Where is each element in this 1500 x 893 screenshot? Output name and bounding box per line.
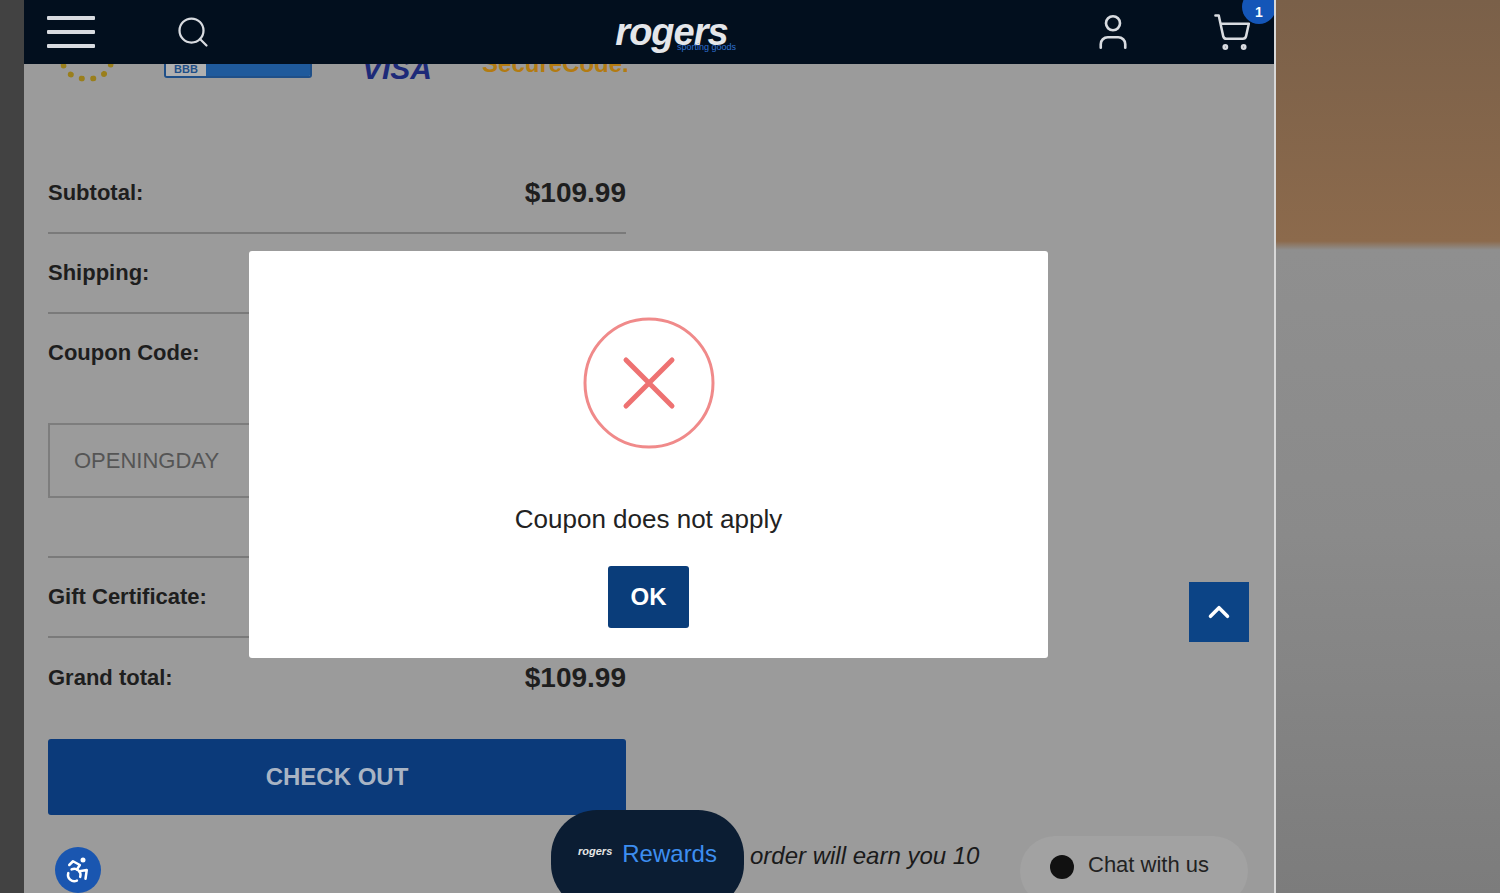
cart-page: rogerssporting goods1BBBVISASecureCode.S… bbox=[24, 0, 1274, 893]
cart-icon[interactable]: 1 bbox=[1212, 12, 1252, 52]
search-icon[interactable] bbox=[175, 14, 211, 50]
logo-tagline: sporting goods bbox=[677, 43, 736, 52]
row-label: Shipping: bbox=[48, 258, 149, 288]
chat-button[interactable]: Chat with us bbox=[1020, 836, 1248, 893]
row-label: Grand total: bbox=[48, 663, 173, 693]
ad-image bbox=[1274, 0, 1500, 893]
site-header: rogerssporting goods 1 bbox=[24, 0, 1274, 64]
summary-row: Subtotal: $109.99 bbox=[48, 154, 626, 234]
user-icon[interactable] bbox=[1092, 11, 1134, 53]
menu-icon[interactable] bbox=[47, 16, 95, 48]
scroll-top-button[interactable] bbox=[1189, 582, 1249, 642]
alert-message: Coupon does not apply bbox=[515, 502, 782, 536]
rewards-button[interactable]: rogers Rewards bbox=[551, 810, 744, 893]
alert-modal: Coupon does not apply OK bbox=[249, 251, 1048, 658]
rewards-note: order will earn you 10 bbox=[750, 842, 979, 870]
logo[interactable]: rogerssporting goods bbox=[251, 13, 1092, 52]
row-label: Subtotal: bbox=[48, 178, 143, 208]
left-backdrop bbox=[0, 0, 24, 893]
rewards-label: Rewards bbox=[622, 840, 717, 868]
chat-label: Chat with us bbox=[1088, 852, 1209, 878]
error-icon bbox=[582, 316, 716, 450]
cart-badge: 1 bbox=[1242, 0, 1274, 24]
row-label: Gift Certificate: bbox=[48, 582, 207, 612]
rewards-logo: rogers bbox=[578, 845, 612, 857]
screen: rogerssporting goods1BBBVISASecureCode.S… bbox=[0, 0, 1500, 893]
row-amount: $109.99 bbox=[525, 662, 626, 694]
checkout-button[interactable]: CHECK OUT bbox=[48, 739, 626, 815]
ok-button[interactable]: OK bbox=[608, 566, 689, 628]
row-amount: $109.99 bbox=[525, 177, 626, 209]
accessibility-icon[interactable] bbox=[55, 847, 101, 893]
chat-icon bbox=[1050, 855, 1074, 879]
